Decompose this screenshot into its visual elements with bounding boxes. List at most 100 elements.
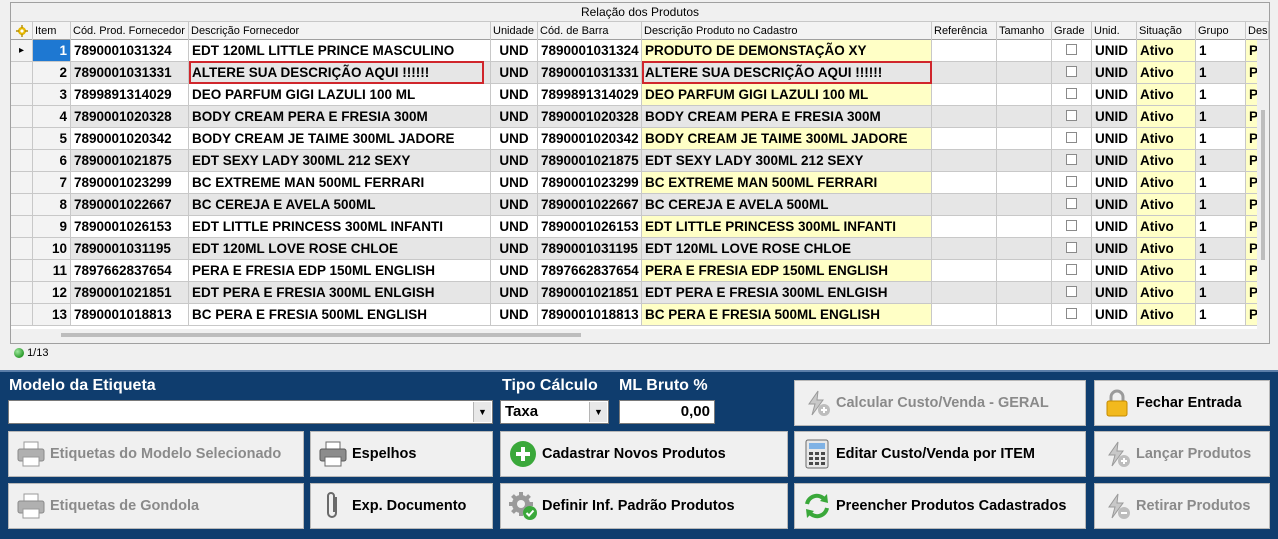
row-indicator[interactable] <box>11 194 33 216</box>
cell-unid[interactable]: UNID <box>1092 194 1137 216</box>
cell-desc-cad[interactable]: PERA E FRESIA EDP 150ML ENGLISH <box>642 260 932 282</box>
cell-item[interactable]: 4 <box>33 106 71 128</box>
preencher-produtos-button[interactable]: Preencher Produtos Cadastrados <box>794 483 1086 529</box>
cell-unidade[interactable]: UND <box>491 62 538 84</box>
cell-cod-barra[interactable]: 7890001023299 <box>538 172 642 194</box>
cell-desc-forn[interactable]: EDT SEXY LADY 300ML 212 SEXY <box>189 150 491 172</box>
chevron-down-icon[interactable]: ▼ <box>589 402 607 422</box>
cell-desc-forn[interactable]: BC PERA E FRESIA 500ML ENGLISH <box>189 304 491 326</box>
row-indicator[interactable] <box>11 84 33 106</box>
cell-grupo[interactable]: 1 <box>1196 260 1246 282</box>
cell-tamanho[interactable] <box>997 282 1052 304</box>
grade-checkbox[interactable] <box>1066 44 1077 56</box>
cell-grupo[interactable]: 1 <box>1196 150 1246 172</box>
cell-situacao[interactable]: Ativo <box>1137 216 1196 238</box>
cell-situacao[interactable]: Ativo <box>1137 304 1196 326</box>
cell-referencia[interactable] <box>932 62 997 84</box>
grade-checkbox[interactable] <box>1066 220 1077 232</box>
cell-situacao[interactable]: Ativo <box>1137 260 1196 282</box>
grade-checkbox[interactable] <box>1066 110 1077 122</box>
col-header-referencia[interactable]: Referência <box>932 22 997 40</box>
cell-desc-cad[interactable]: EDT LITTLE PRINCESS 300ML INFANTI <box>642 216 932 238</box>
cell-desc-forn[interactable]: EDT LITTLE PRINCESS 300ML INFANTI <box>189 216 491 238</box>
cell-tamanho[interactable] <box>997 194 1052 216</box>
cell-unidade[interactable]: UND <box>491 128 538 150</box>
table-row[interactable]: ▸ 1 7890001031324 EDT 120ML LITTLE PRINCE M… <box>11 40 1269 62</box>
grade-checkbox[interactable] <box>1066 264 1077 276</box>
cell-desc-cad[interactable]: PRODUTO DE DEMONSTAÇÃO XY <box>642 40 932 62</box>
row-indicator[interactable] <box>11 106 33 128</box>
cell-unid[interactable]: UNID <box>1092 62 1137 84</box>
cell-cod-forn[interactable]: 7890001021851 <box>71 282 189 304</box>
cell-cod-forn[interactable]: 7890001023299 <box>71 172 189 194</box>
espelhos-button[interactable]: Espelhos <box>310 431 493 477</box>
cell-desc-forn[interactable]: EDT 120ML LOVE ROSE CHLOE <box>189 238 491 260</box>
cell-desc-cad[interactable]: ALTERE SUA DESCRIÇÃO AQUI !!!!!! <box>642 62 932 84</box>
cell-grupo[interactable]: 1 <box>1196 62 1246 84</box>
cell-tamanho[interactable] <box>997 84 1052 106</box>
cell-situacao[interactable]: Ativo <box>1137 238 1196 260</box>
table-row[interactable]: 8 7890001022667 BC CEREJA E AVELA 500ML UND… <box>11 194 1269 216</box>
cell-desc-forn[interactable]: EDT 120ML LITTLE PRINCE MASCULINO <box>189 40 491 62</box>
cell-desc-cad[interactable]: BC PERA E FRESIA 500ML ENGLISH <box>642 304 932 326</box>
cell-desc-cad[interactable]: EDT 120ML LOVE ROSE CHLOE <box>642 238 932 260</box>
row-indicator[interactable] <box>11 150 33 172</box>
cell-desc-forn[interactable]: BC CEREJA E AVELA 500ML <box>189 194 491 216</box>
modelo-etiqueta-select[interactable]: ▼ <box>8 400 493 424</box>
cell-situacao[interactable]: Ativo <box>1137 172 1196 194</box>
col-header-grupo[interactable]: Grupo <box>1196 22 1246 40</box>
cell-desc-forn[interactable]: DEO PARFUM GIGI LAZULI 100 ML <box>189 84 491 106</box>
horizontal-scroll-thumb[interactable] <box>61 333 581 337</box>
cell-desc-forn[interactable]: EDT PERA E FRESIA 300ML ENLGISH <box>189 282 491 304</box>
cell-grade[interactable] <box>1052 84 1092 106</box>
cell-unid[interactable]: UNID <box>1092 84 1137 106</box>
cell-unid[interactable]: UNID <box>1092 282 1137 304</box>
cell-unid[interactable]: UNID <box>1092 238 1137 260</box>
cell-grupo[interactable]: 1 <box>1196 172 1246 194</box>
cell-unid[interactable]: UNID <box>1092 106 1137 128</box>
cell-grade[interactable] <box>1052 216 1092 238</box>
cell-item[interactable]: 11 <box>33 260 71 282</box>
cell-unid[interactable]: UNID <box>1092 304 1137 326</box>
cell-referencia[interactable] <box>932 106 997 128</box>
row-indicator[interactable] <box>11 216 33 238</box>
cell-desc-forn[interactable]: ALTERE SUA DESCRIÇÃO AQUI !!!!!! <box>189 62 491 84</box>
cell-cod-forn[interactable]: 7890001031195 <box>71 238 189 260</box>
etiquetas-gondola-button[interactable]: Etiquetas de Gondola <box>8 483 304 529</box>
cell-unidade[interactable]: UND <box>491 84 538 106</box>
cell-unidade[interactable]: UND <box>491 260 538 282</box>
cell-desc-forn[interactable]: BODY CREAM PERA E FRESIA 300M <box>189 106 491 128</box>
grade-checkbox[interactable] <box>1066 242 1077 254</box>
cell-item[interactable]: 10 <box>33 238 71 260</box>
cell-desc-cad[interactable]: BODY CREAM PERA E FRESIA 300M <box>642 106 932 128</box>
cell-cod-forn[interactable]: 7890001021875 <box>71 150 189 172</box>
grade-checkbox[interactable] <box>1066 176 1077 188</box>
cell-cod-barra[interactable]: 7890001021851 <box>538 282 642 304</box>
cell-tamanho[interactable] <box>997 150 1052 172</box>
cell-situacao[interactable]: Ativo <box>1137 84 1196 106</box>
retirar-produtos-button[interactable]: Retirar Produtos <box>1094 483 1270 529</box>
row-indicator[interactable] <box>11 304 33 326</box>
table-row[interactable]: 5 7890001020342 BODY CREAM JE TAIME 300ML … <box>11 128 1269 150</box>
cell-unid[interactable]: UNID <box>1092 150 1137 172</box>
horizontal-scrollbar[interactable] <box>11 329 1269 343</box>
cell-desc-cad[interactable]: BC EXTREME MAN 500ML FERRARI <box>642 172 932 194</box>
cell-cod-forn[interactable]: 7890001031324 <box>71 40 189 62</box>
col-header-situacao[interactable]: Situação <box>1137 22 1196 40</box>
cell-grade[interactable] <box>1052 40 1092 62</box>
exp-documento-button[interactable]: Exp. Documento <box>310 483 493 529</box>
cell-situacao[interactable]: Ativo <box>1137 40 1196 62</box>
cell-situacao[interactable]: Ativo <box>1137 128 1196 150</box>
cell-cod-barra[interactable]: 7890001026153 <box>538 216 642 238</box>
cell-referencia[interactable] <box>932 282 997 304</box>
asterisk-icon[interactable] <box>11 22 33 40</box>
col-header-unidade[interactable]: Unidade <box>491 22 538 40</box>
col-header-item[interactable]: Item <box>33 22 71 40</box>
cell-situacao[interactable]: Ativo <box>1137 106 1196 128</box>
cell-tamanho[interactable] <box>997 260 1052 282</box>
definir-padrao-button[interactable]: Definir Inf. Padrão Produtos <box>500 483 788 529</box>
grade-checkbox[interactable] <box>1066 88 1077 100</box>
col-header-desc-forn[interactable]: Descrição Fornecedor <box>189 22 491 40</box>
cell-cod-forn[interactable]: 7890001022667 <box>71 194 189 216</box>
cell-tamanho[interactable] <box>997 304 1052 326</box>
